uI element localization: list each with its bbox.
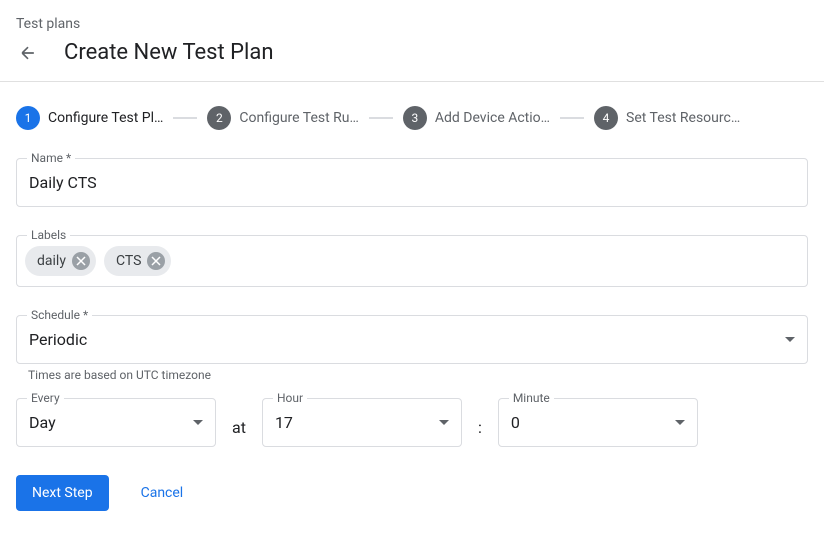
every-select[interactable]: Day [17,399,215,446]
back-arrow-icon[interactable] [16,41,40,65]
page-title: Create New Test Plan [64,40,274,65]
step-connector [560,117,584,119]
chip-daily: daily [25,246,96,276]
chevron-down-icon [193,420,203,425]
step-label: Configure Test Pl… [48,110,163,126]
name-label: Name * [27,151,75,165]
every-field[interactable]: Every Day [16,398,216,447]
breadcrumb: Test plans [0,0,824,40]
step-label: Configure Test Ru… [239,110,359,126]
name-field[interactable]: Name * [16,158,808,207]
labels-label: Labels [27,228,70,242]
name-input[interactable] [17,159,807,206]
step-circle: 1 [16,106,40,130]
step-connector [369,117,393,119]
step-3[interactable]: 3 Add Device Actio… [403,106,550,130]
schedule-field[interactable]: Schedule * Periodic [16,315,808,364]
minute-value: 0 [511,413,520,432]
step-2[interactable]: 2 Configure Test Ru… [207,106,359,130]
step-1[interactable]: 1 Configure Test Pl… [16,106,163,130]
colon-label: : [478,408,482,437]
step-label: Set Test Resourc… [626,110,740,126]
minute-field[interactable]: Minute 0 [498,398,698,447]
cancel-button[interactable]: Cancel [141,485,184,501]
hour-value: 17 [275,413,293,432]
chevron-down-icon [785,337,795,342]
divider [0,81,824,82]
step-circle: 2 [207,106,231,130]
minute-label: Minute [509,391,554,405]
close-icon[interactable] [147,252,165,270]
stepper: 1 Configure Test Pl… 2 Configure Test Ru… [16,106,808,130]
schedule-value: Periodic [29,330,87,349]
next-step-button[interactable]: Next Step [16,475,109,511]
schedule-hint: Times are based on UTC timezone [16,368,808,382]
actions: Next Step Cancel [16,475,808,511]
schedule-label: Schedule * [27,308,92,322]
chip-label: daily [37,253,66,269]
chevron-down-icon [439,420,449,425]
chip-cts: CTS [104,246,171,276]
every-label: Every [27,391,64,405]
hour-field[interactable]: Hour 17 [262,398,462,447]
labels-field[interactable]: Labels daily CTS [16,235,808,287]
at-label: at [232,408,246,437]
schedule-row: Every Day at Hour 17 : Minute 0 [16,398,808,447]
step-circle: 4 [594,106,618,130]
step-label: Add Device Actio… [435,110,550,126]
every-value: Day [29,413,56,432]
close-icon[interactable] [72,252,90,270]
header: Create New Test Plan [0,40,824,81]
schedule-select[interactable]: Periodic [17,316,807,363]
hour-label: Hour [273,391,307,405]
minute-select[interactable]: 0 [499,399,697,446]
step-4[interactable]: 4 Set Test Resourc… [594,106,740,130]
chips-container[interactable]: daily CTS [17,236,807,286]
hour-select[interactable]: 17 [263,399,461,446]
step-circle: 3 [403,106,427,130]
chevron-down-icon [675,420,685,425]
chip-label: CTS [116,253,141,269]
content: 1 Configure Test Pl… 2 Configure Test Ru… [0,106,824,511]
step-connector [173,117,197,119]
